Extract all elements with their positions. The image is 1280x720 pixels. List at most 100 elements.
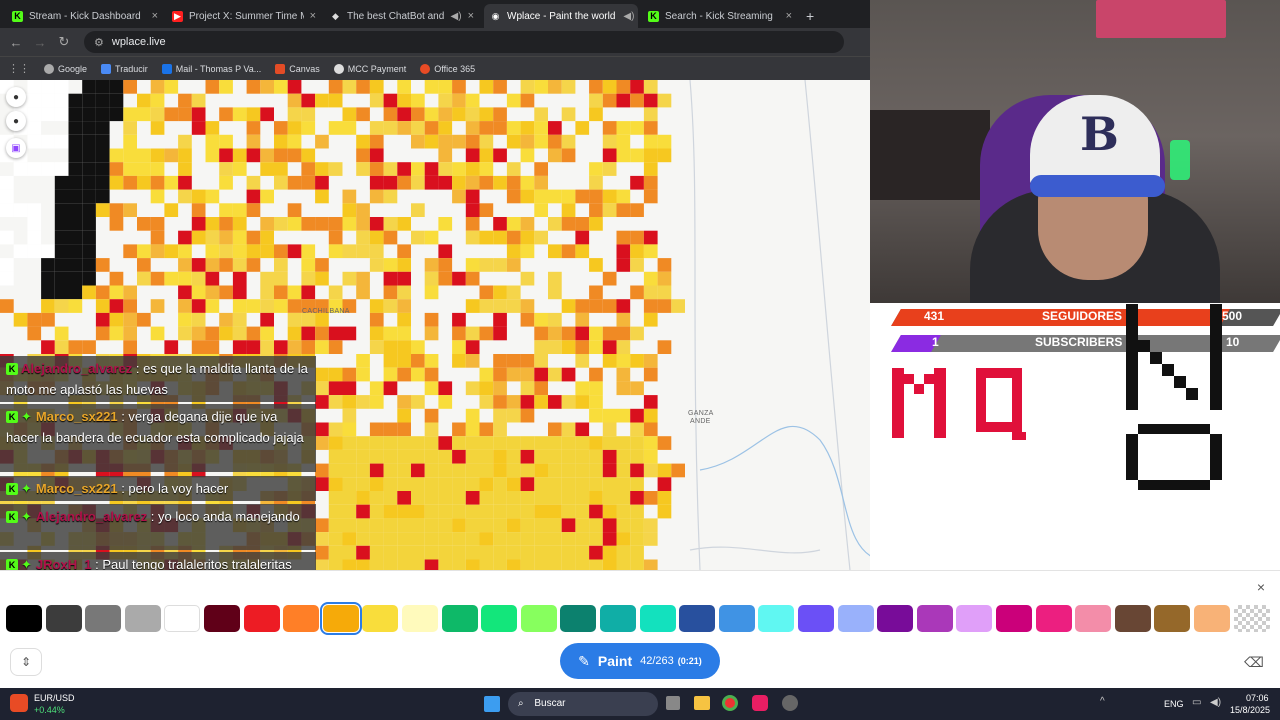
search-icon: ⌕ [518,698,524,709]
expand-panel-button[interactable]: ⇕ [10,648,42,676]
widgets-icon[interactable] [10,694,28,712]
volume-icon[interactable]: ◀) [1210,697,1221,708]
tiktok-icon[interactable] [752,695,768,711]
kick-badge-icon: K [6,363,18,375]
subs-current: 1 [932,335,939,349]
url-input[interactable]: ⚙ wplace.live [84,31,844,53]
forward-icon[interactable]: → [28,35,52,50]
tab-close-icon[interactable]: × [146,10,158,22]
color-swatch[interactable] [164,605,201,632]
color-swatch[interactable] [679,605,716,632]
color-swatch[interactable] [758,605,795,632]
subs-label: SUBSCRIBERS [1035,335,1123,349]
brush-icon: ✎ [578,652,590,669]
color-swatch[interactable] [718,605,755,632]
tab-kick-dashboard[interactable]: K Stream - Kick Dashboard × [6,4,164,28]
color-swatch[interactable] [45,605,82,632]
zoom-out-button[interactable]: ● [6,111,26,131]
tab-close-icon[interactable]: × [304,10,316,22]
bookmark-mail[interactable]: Mail - Thomas P Va... [161,63,261,74]
gem-badge-icon: ✦ [21,509,32,524]
chat-text: pero la voy hacer [128,481,229,496]
color-swatch[interactable] [1114,605,1151,632]
color-swatch[interactable] [1194,605,1230,632]
color-swatch[interactable] [837,605,874,632]
new-tab-button[interactable]: + [800,4,822,28]
color-swatch[interactable] [916,605,953,632]
color-swatch[interactable] [1035,605,1072,632]
windows-taskbar: EUR/USD +0.44% ⌕ Buscar ^ ENG ▭ ◀) 07:06… [0,688,1280,720]
color-swatch[interactable] [243,605,280,632]
color-swatch[interactable] [204,605,240,632]
map-label-ande: ANDE [690,418,711,425]
language-indicator[interactable]: ENG [1164,699,1184,709]
tab-close-icon[interactable]: × [634,10,638,22]
tab-youtube[interactable]: ▶ Project X: Summer Time Madn × [166,4,322,28]
followers-current: 431 [924,309,945,323]
office-icon [420,63,431,74]
color-swatch[interactable] [481,605,518,632]
tray-overflow-icon[interactable]: ^ [1100,696,1105,707]
color-swatch[interactable] [319,602,362,635]
bookmark-traducir[interactable]: Traducir [101,63,148,74]
bookmark-google[interactable]: Google [44,63,87,74]
url-text: wplace.live [111,36,166,48]
color-swatch[interactable] [402,605,438,632]
windows-start-icon[interactable] [484,696,500,712]
color-swatch[interactable] [1075,605,1112,632]
color-swatch[interactable] [956,605,993,632]
tab-title: Project X: Summer Time Madn [189,10,304,22]
apps-grid-icon[interactable]: ⋮⋮ [8,62,30,75]
color-swatch[interactable] [362,605,399,632]
stock-change: +0.44% [34,705,65,715]
followers-label: SEGUIDORES [1042,309,1123,323]
color-swatch[interactable] [85,605,122,632]
tab-close-icon[interactable]: × [462,10,474,22]
network-icon[interactable]: ▭ [1192,697,1201,708]
task-view-icon[interactable] [666,696,680,710]
color-swatch[interactable] [560,605,597,632]
color-swatch[interactable] [441,605,478,632]
app-icon[interactable] [782,695,798,711]
zoom-in-button[interactable]: ● [6,87,26,107]
tab-close-icon[interactable]: × [780,10,792,22]
close-palette-button[interactable]: × [1252,578,1270,596]
kick-badge-icon: K [6,483,18,495]
file-explorer-icon[interactable] [694,696,710,710]
color-swatch[interactable] [283,605,320,632]
gem-badge-icon: ✦ [21,409,32,424]
bookmark-mcc-payment[interactable]: MCC Payment [333,63,406,74]
color-swatch[interactable] [520,605,557,632]
back-icon[interactable]: ← [4,35,28,50]
color-swatch[interactable] [639,605,676,632]
color-swatch[interactable] [6,605,42,632]
bookmark-office365[interactable]: Office 365 [420,63,475,74]
tab-title: Search - Kick Streaming [665,10,773,22]
color-swatch[interactable] [798,605,834,632]
color-swatch[interactable] [1233,605,1270,632]
color-swatch[interactable] [996,605,1032,632]
tab-chatbot[interactable]: ◆ The best ChatBot and Widg ◀) × [324,4,480,28]
color-swatch[interactable] [600,605,636,632]
chat-username: Marco_sx221 [35,409,118,424]
twitch-icon[interactable]: ▣ [6,138,26,158]
tab-wplace[interactable]: ◉ Wplace - Paint the world ◀) × [484,4,638,28]
color-swatch[interactable] [877,605,914,632]
eraser-icon[interactable]: ⌫ [1240,648,1268,676]
paint-label: Paint [597,653,633,669]
clock-time[interactable]: 07:06 [1246,693,1269,703]
pixel-letters-mq [892,368,1026,440]
taskbar-search[interactable]: ⌕ Buscar [508,692,658,716]
tab-title: The best ChatBot and Widg [347,10,447,22]
color-swatch[interactable] [124,605,161,632]
chrome-icon[interactable] [722,695,738,711]
paint-button[interactable]: ✎ Paint 42/263 (0:21) [560,643,720,679]
clock-date[interactable]: 15/8/2025 [1230,705,1270,715]
pixel-letters-no [1126,304,1222,490]
site-info-icon[interactable]: ⚙ [94,36,104,49]
webcam-feed: B [870,0,1280,303]
reload-icon[interactable]: ↻ [52,34,76,50]
color-swatch[interactable] [1154,605,1191,632]
bookmark-canvas[interactable]: Canvas [275,63,320,74]
tab-kick-search[interactable]: K Search - Kick Streaming × [642,4,798,28]
